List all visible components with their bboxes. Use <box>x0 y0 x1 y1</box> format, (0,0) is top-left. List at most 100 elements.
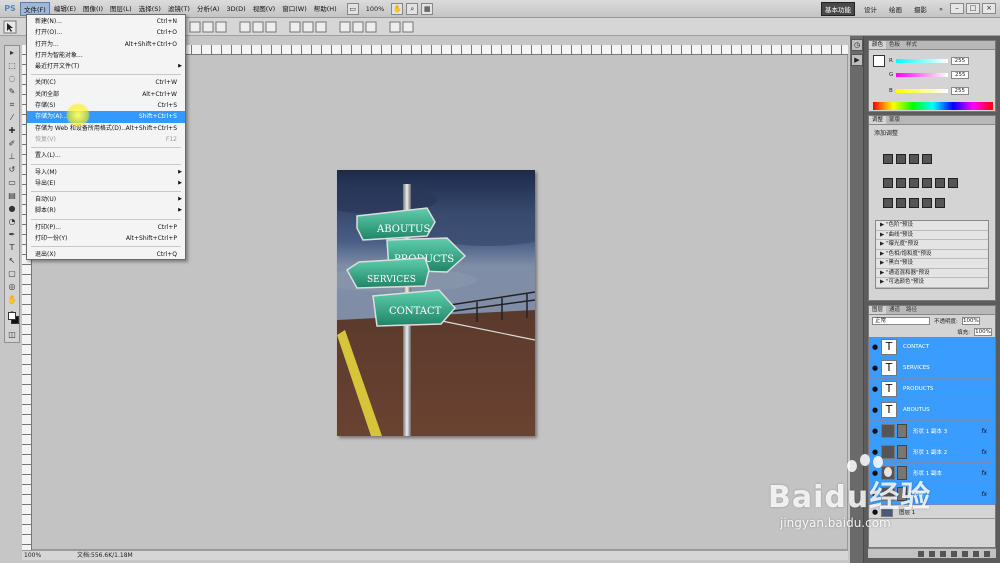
file-menu-item[interactable]: 存储为(A)... Shift+Ctrl+S <box>27 111 185 123</box>
adjustment-preset-item[interactable]: ▶ "曝光度"预设 <box>876 240 988 250</box>
menu-help[interactable]: 帮助(H) <box>311 2 340 16</box>
visibility-eye-icon[interactable]: ● <box>869 427 881 435</box>
levels-icon[interactable] <box>896 154 906 164</box>
workspace-design[interactable]: 设计 <box>861 3 880 15</box>
opacity-input[interactable]: 100% <box>961 316 980 325</box>
tab-swatches[interactable]: 色板 <box>886 41 903 49</box>
foreground-color-swatch[interactable] <box>8 312 16 320</box>
channel-mixer-icon[interactable] <box>948 178 958 188</box>
menu-window[interactable]: 窗口(W) <box>279 2 310 16</box>
foreground-color-chip[interactable] <box>873 55 885 67</box>
crop-tool-icon[interactable]: ⌗ <box>5 99 19 111</box>
adjustment-preset-item[interactable]: ▶ "可选颜色"预设 <box>876 278 988 288</box>
layer-effects-icon[interactable]: fx <box>981 491 987 498</box>
brightness-icon[interactable] <box>883 154 893 164</box>
status-zoom[interactable]: 100% <box>24 551 41 561</box>
hue-saturation-icon[interactable] <box>896 178 906 188</box>
file-menu-item[interactable]: 关闭(C) Ctrl+W <box>27 77 185 88</box>
vibrance-icon[interactable] <box>883 178 893 188</box>
arrange-icon[interactable]: ▦ <box>421 2 434 15</box>
quick-select-tool-icon[interactable]: ✎ <box>5 86 19 98</box>
visibility-eye-icon[interactable]: ● <box>869 385 881 393</box>
close-button[interactable]: × <box>982 3 996 14</box>
path-select-tool-icon[interactable]: ↖ <box>5 255 19 267</box>
visibility-eye-icon[interactable]: ● <box>869 406 881 414</box>
eraser-tool-icon[interactable]: ▭ <box>5 177 19 189</box>
menu-analysis[interactable]: 分析(A) <box>194 2 223 16</box>
layer-row[interactable]: ● T CONTACT <box>869 337 995 358</box>
stamp-tool-icon[interactable]: ⊥ <box>5 151 19 163</box>
history-panel-icon[interactable]: ◷ <box>851 39 863 51</box>
file-menu-item[interactable]: 存储(S) Ctrl+S <box>27 100 185 111</box>
g-slider[interactable] <box>896 73 949 77</box>
r-value[interactable]: 255 <box>950 57 969 65</box>
file-menu-item[interactable]: 打印(P)... Ctrl+P <box>27 222 185 233</box>
move-tool-icon[interactable]: ▸ <box>5 47 19 59</box>
file-menu-item[interactable]: 自动(U) ▶ <box>27 194 185 205</box>
exposure-icon[interactable] <box>922 154 932 164</box>
pen-tool-icon[interactable]: ✒ <box>5 229 19 241</box>
layer-row[interactable]: ● T PRODUCTS <box>869 379 995 400</box>
selective-color-icon[interactable] <box>935 198 945 208</box>
layer-effects-icon[interactable]: fx <box>981 449 987 456</box>
file-menu-item[interactable]: 打开为智能对象... <box>27 50 185 61</box>
quick-mask-icon[interactable]: ◫ <box>5 329 19 341</box>
lasso-tool-icon[interactable]: ◌ <box>5 73 19 85</box>
hand-tool-icon[interactable]: ✋ <box>5 294 19 306</box>
blur-tool-icon[interactable]: ● <box>5 203 19 215</box>
fill-input[interactable]: 100% <box>974 327 992 336</box>
threshold-icon[interactable] <box>909 198 919 208</box>
tab-paths[interactable]: 路径 <box>903 306 920 314</box>
shape-tool-icon[interactable]: ▢ <box>5 268 19 280</box>
curves-icon[interactable] <box>909 154 919 164</box>
dodge-tool-icon[interactable]: ◔ <box>5 216 19 228</box>
actions-panel-icon[interactable]: ▶ <box>851 54 863 66</box>
layer-effects-icon[interactable]: fx <box>981 428 987 435</box>
layer-row[interactable]: ● T SERVICES <box>869 358 995 379</box>
invert-icon[interactable] <box>883 198 893 208</box>
tab-layers[interactable]: 图层 <box>869 306 887 314</box>
file-menu-item[interactable]: 打开为... Alt+Shift+Ctrl+O <box>27 39 185 50</box>
workspace-essentials[interactable]: 基本功能 <box>821 2 856 16</box>
gradient-tool-icon[interactable]: ▤ <box>5 190 19 202</box>
eyedropper-tool-icon[interactable]: ⁄ <box>5 112 19 124</box>
file-menu-item[interactable]: 导入(M) ▶ <box>27 167 185 178</box>
file-menu-item[interactable]: 打开(O)... Ctrl+O <box>27 27 185 38</box>
file-menu-item[interactable]: 存储为 Web 和设备所用格式(D)... Alt+Shift+Ctrl+S <box>27 123 185 134</box>
workspace-photography[interactable]: 摄影 <box>911 3 930 15</box>
adjustment-preset-item[interactable]: ▶ "曲线"预设 <box>876 231 988 240</box>
b-value[interactable]: 255 <box>950 87 969 95</box>
type-tool-icon[interactable]: T <box>5 242 19 254</box>
screen-mode-icon[interactable]: ▭ <box>346 2 359 15</box>
photo-filter-icon[interactable] <box>935 178 945 188</box>
file-menu-item[interactable]: 导出(E) ▶ <box>27 178 185 189</box>
brush-tool-icon[interactable]: ✐ <box>5 138 19 150</box>
status-doc-info[interactable]: 文档:556.6K/1.18M <box>77 551 133 561</box>
minimize-button[interactable]: – <box>950 3 964 14</box>
layer-row[interactable]: ● T ABOUTUS <box>869 400 995 421</box>
r-slider[interactable] <box>895 59 948 63</box>
layer-effects-icon[interactable]: fx <box>981 470 987 477</box>
b-slider[interactable] <box>895 89 948 93</box>
tab-adjustments[interactable]: 调整 <box>869 116 887 124</box>
adjustment-preset-item[interactable]: ▶ "通道混和器"预设 <box>876 269 988 278</box>
file-menu-item[interactable]: 打印一份(Y) Alt+Shift+Ctrl+P <box>27 233 185 244</box>
tab-masks[interactable]: 蒙版 <box>886 116 903 124</box>
file-menu-item[interactable]: 关闭全部 Alt+Ctrl+W <box>27 89 185 100</box>
file-menu-item[interactable]: 最近打开文件(T) ▶ <box>27 61 185 72</box>
workspace-painting[interactable]: 绘画 <box>886 3 905 15</box>
3d-rotate-tool-icon[interactable]: ◎ <box>5 281 19 293</box>
file-menu-item[interactable]: 置入(L)... <box>27 150 185 161</box>
adjustment-preset-item[interactable]: ▶ "黑白"预设 <box>876 259 988 269</box>
file-menu-item[interactable]: 退出(X) Ctrl+Q <box>27 249 185 260</box>
visibility-eye-icon[interactable]: ● <box>869 343 881 351</box>
zoom-level[interactable]: 100% <box>366 5 385 13</box>
history-brush-tool-icon[interactable]: ↺ <box>5 164 19 176</box>
visibility-eye-icon[interactable]: ● <box>869 364 881 372</box>
maximize-button[interactable]: □ <box>966 3 980 14</box>
blend-mode-select[interactable]: 正常 <box>872 316 930 325</box>
menu-3d[interactable]: 3D(D) <box>223 2 248 16</box>
black-white-icon[interactable] <box>922 178 932 188</box>
document-canvas[interactable]: ABOUTUS PRODUCTS SERVICES CONTACT <box>337 170 535 436</box>
tab-color[interactable]: 颜色 <box>869 41 887 49</box>
